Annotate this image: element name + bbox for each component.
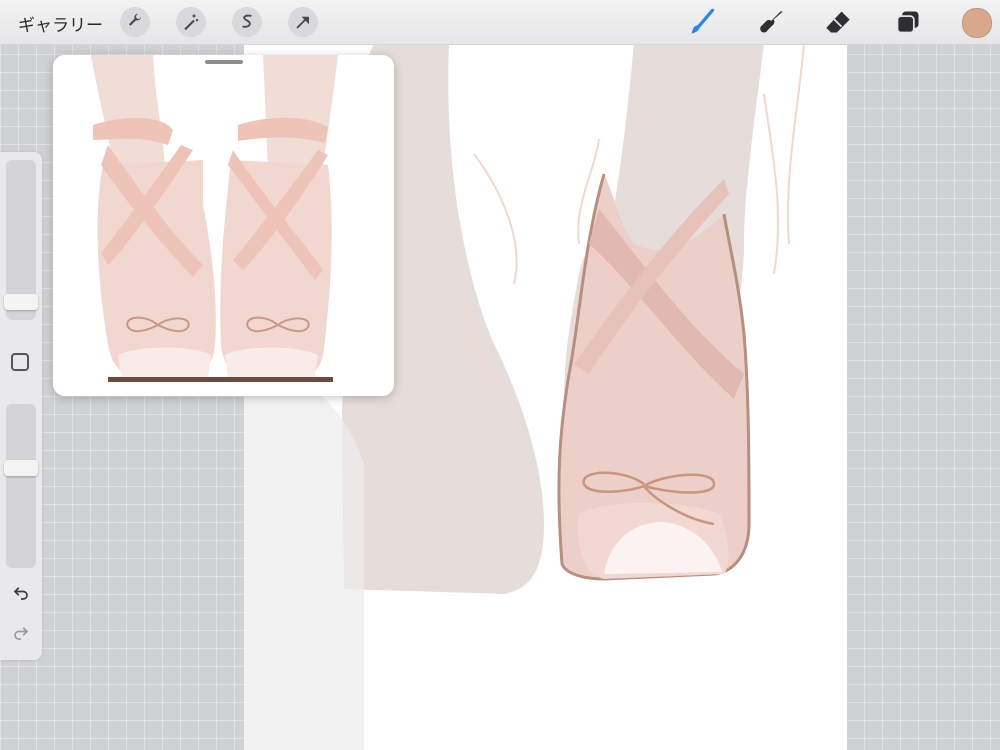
opacity-slider[interactable] — [4, 404, 38, 568]
selection-s-icon — [242, 14, 252, 28]
wrench-icon — [129, 13, 141, 26]
redo-icon — [14, 627, 29, 640]
color-picker-swatch[interactable] — [962, 8, 992, 38]
actions-wrench-button[interactable] — [120, 7, 150, 37]
reference-window[interactable] — [53, 55, 394, 396]
reference-photo — [53, 55, 394, 396]
adjustments-button[interactable] — [176, 7, 206, 37]
undo-icon — [13, 587, 28, 600]
eraser-tool-button[interactable] — [824, 8, 852, 36]
magic-wand-icon — [184, 14, 199, 31]
gallery-button[interactable]: ギャラリー — [18, 11, 103, 36]
eraser-icon — [826, 11, 850, 33]
transform-arrow-icon — [296, 16, 309, 29]
ref-soles — [108, 377, 333, 382]
transform-button[interactable] — [288, 7, 318, 37]
opacity-slider-thumb[interactable] — [4, 460, 38, 476]
modify-square-icon[interactable] — [11, 353, 29, 371]
smudge-icon — [760, 11, 783, 33]
smudge-tool-button[interactable] — [756, 8, 784, 36]
brush-size-slider[interactable] — [4, 160, 38, 320]
brush-icon — [691, 8, 715, 34]
brush-tool-button[interactable] — [688, 8, 716, 36]
redo-button[interactable] — [10, 622, 32, 644]
layers-button[interactable] — [894, 8, 922, 36]
layers-icon — [896, 11, 919, 34]
brush-size-slider-thumb[interactable] — [4, 294, 38, 310]
left-sidebar — [0, 152, 42, 660]
undo-button[interactable] — [10, 582, 32, 604]
top-toolbar: ギャラリー — [0, 0, 1000, 45]
reference-drag-handle[interactable] — [205, 60, 243, 64]
selection-button[interactable] — [232, 7, 262, 37]
